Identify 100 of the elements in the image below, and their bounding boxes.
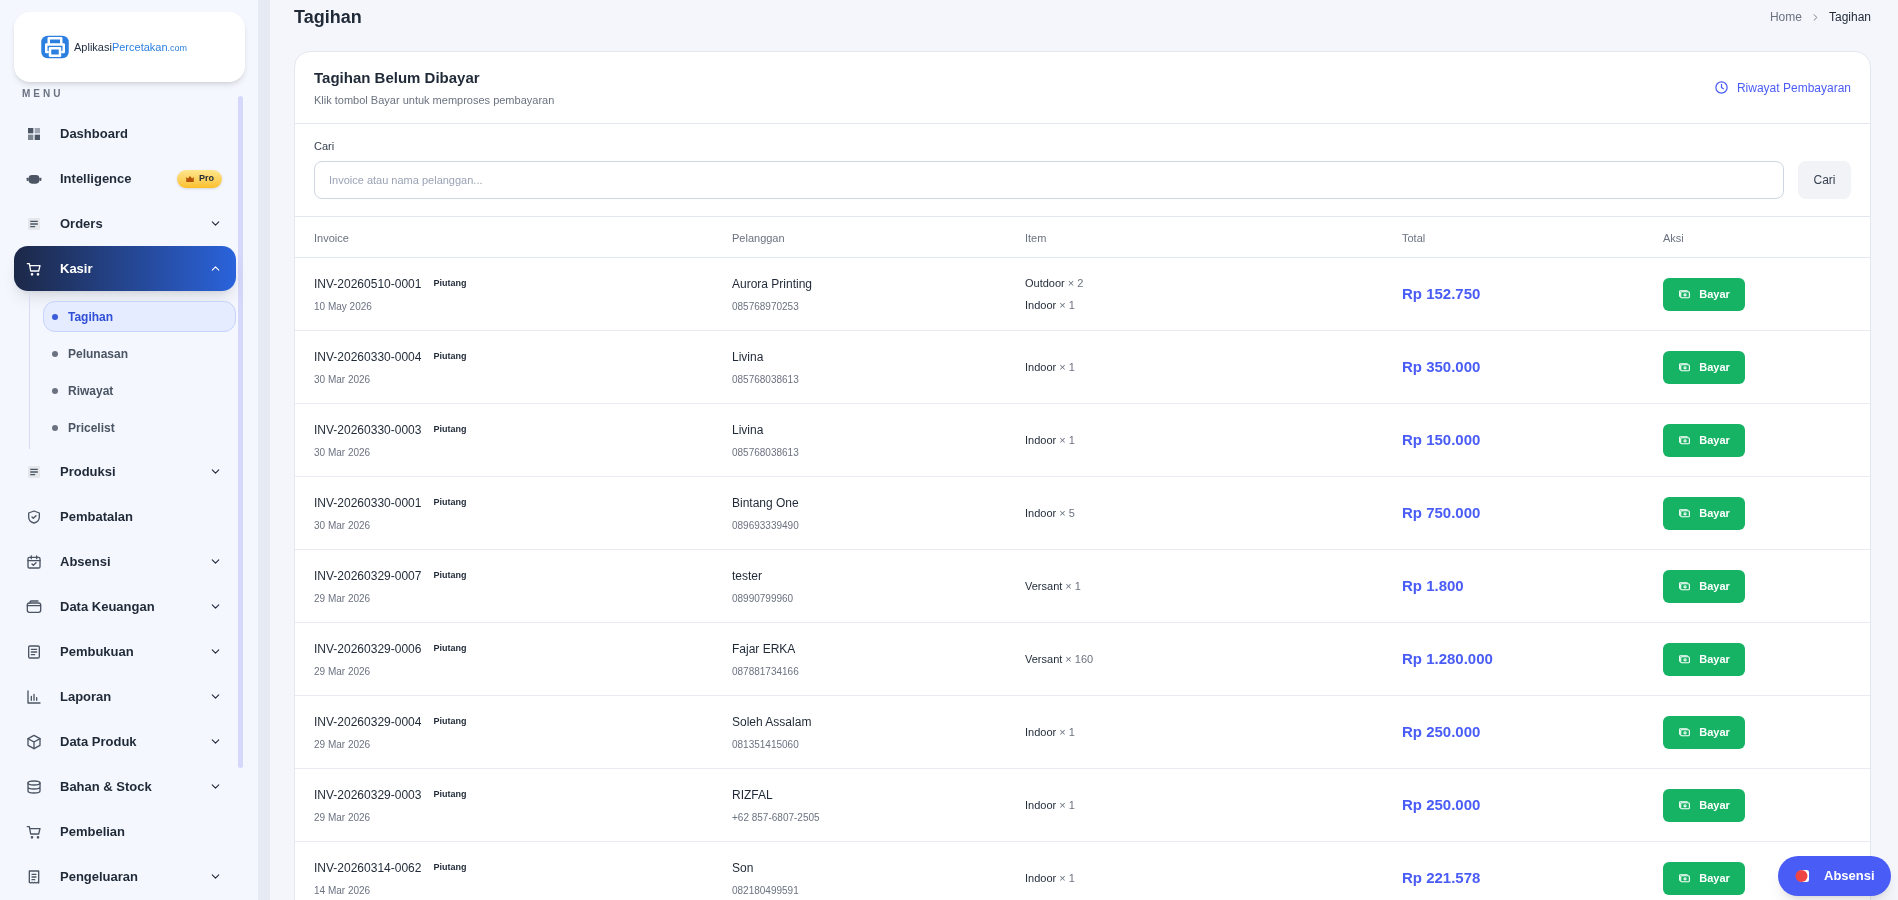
breadcrumb-current: Tagihan — [1828, 9, 1871, 26]
total-amount: Rp 250.000 — [1402, 723, 1481, 740]
sidebar-item[interactable]: Absensi — [14, 539, 236, 584]
cash-icon — [1678, 433, 1692, 447]
customer-name: RIZFAL — [732, 786, 774, 804]
cash-icon — [1678, 871, 1692, 885]
receipt-icon — [26, 868, 42, 885]
scrollbar[interactable] — [238, 96, 243, 768]
customer-phone: 08990799960 — [732, 591, 795, 606]
calendar-check-icon — [26, 553, 42, 570]
column-header: Pelanggan — [732, 232, 785, 244]
sidebar-item[interactable]: Bahan & Stock — [14, 764, 236, 809]
invoice-number: INV-20260329-0007 — [314, 567, 422, 585]
column-header: Item — [1025, 232, 1047, 244]
sidebar-item[interactable]: Pembukuan — [14, 629, 236, 674]
book-icon — [26, 643, 42, 660]
invoice-date: 30 Mar 2026 — [314, 372, 372, 387]
card-subtitle: Klik tombol Bayar untuk memproses pembayaran — [314, 93, 555, 108]
status-label: Piutang — [433, 787, 467, 801]
column-header: Total — [1402, 232, 1426, 244]
shield-check-icon — [26, 508, 42, 525]
total-amount: Rp 750.000 — [1402, 504, 1481, 521]
sidebar-item[interactable]: Intelligence Pro — [14, 156, 236, 201]
dashboard-icon — [26, 125, 42, 142]
customer-name: Bintang One — [732, 494, 800, 512]
status-label: Piutang — [433, 714, 467, 728]
cash-icon — [1678, 798, 1692, 812]
cash-icon — [1678, 579, 1692, 593]
customer-name: Livina — [732, 421, 765, 439]
sidebar-item[interactable]: Data Produk — [14, 719, 236, 764]
box-icon — [26, 733, 42, 750]
status-label: Piutang — [433, 860, 467, 874]
invoice-number: INV-20260314-0062 — [314, 859, 422, 877]
total-amount: Rp 150.000 — [1402, 431, 1481, 448]
submenu-item[interactable]: Tagihan — [43, 301, 236, 332]
status-label: Piutang — [433, 276, 467, 290]
cash-icon — [1678, 287, 1692, 301]
customer-name: Son — [732, 859, 755, 877]
clock-icon — [1713, 80, 1729, 95]
bar-chart-icon — [26, 688, 42, 705]
invoice-date: 30 Mar 2026 — [314, 445, 372, 460]
cart-icon — [26, 823, 42, 840]
search-button[interactable]: Cari — [1798, 160, 1851, 199]
order-item: Indoor × 1 — [1025, 870, 1076, 886]
list-icon — [26, 463, 42, 480]
pro-badge: Pro — [177, 169, 222, 188]
invoice-date: 30 Mar 2026 — [314, 518, 372, 533]
cash-icon — [1678, 652, 1692, 666]
invoice-date: 29 Mar 2026 — [314, 810, 372, 825]
invoice-number: INV-20260329-0003 — [314, 786, 422, 804]
breadcrumb-link[interactable]: Home — [1769, 8, 1802, 26]
customer-phone: 085768038613 — [732, 445, 800, 460]
invoice-number: INV-20260330-0003 — [314, 421, 422, 439]
logo-text: AplikasiPercetakan.com — [74, 39, 188, 55]
status-label: Piutang — [433, 422, 467, 436]
sidebar-item[interactable]: Kasir — [14, 246, 236, 291]
history-link[interactable]: Riwayat Pembayaran — [1713, 78, 1851, 97]
order-item: Indoor × 1 — [1025, 432, 1076, 448]
cash-icon — [1678, 360, 1692, 374]
submenu-item[interactable]: Pricelist — [43, 412, 236, 443]
attendance-floating-button[interactable]: Absensi — [1778, 856, 1891, 896]
customer-name: Fajar ERKA — [732, 640, 797, 658]
order-item: Indoor × 5 — [1025, 505, 1076, 521]
sidebar-item[interactable]: Orders — [14, 201, 236, 246]
customer-phone: 082180499591 — [732, 883, 800, 898]
status-label: Piutang — [433, 349, 467, 363]
customer-name: Livina — [732, 348, 765, 366]
order-item: Indoor × 1 — [1025, 359, 1076, 375]
order-item: Versant × 1 — [1025, 578, 1082, 594]
customer-name: Aurora Printing — [732, 275, 814, 293]
total-amount: Rp 250.000 — [1402, 796, 1481, 813]
search-label: Cari — [314, 139, 336, 154]
database-icon — [26, 778, 42, 795]
status-label: Piutang — [433, 641, 467, 655]
status-label: Piutang — [433, 568, 467, 582]
invoice-date: 14 Mar 2026 — [314, 883, 372, 898]
column-header: Aksi — [1663, 232, 1684, 244]
submenu-item[interactable]: Riwayat — [43, 375, 236, 406]
sidebar-item[interactable]: Dashboard — [14, 111, 236, 156]
sidebar-item[interactable]: Data Keuangan — [14, 584, 236, 629]
invoice-date: 10 May 2026 — [314, 299, 373, 314]
submenu-item[interactable]: Pelunasan — [43, 338, 236, 369]
customer-name: Soleh Assalam — [732, 713, 813, 731]
attendance-icon — [1794, 867, 1812, 885]
customer-phone: +62 857-6807-2505 — [732, 810, 821, 825]
search-field[interactable]: Invoice atau nama pelanggan... — [314, 160, 1784, 199]
wallet-icon — [26, 598, 42, 615]
sidebar-item[interactable]: Pembatalan — [14, 494, 236, 539]
sidebar-item[interactable]: Pengeluaran — [14, 854, 236, 899]
sidebar-item[interactable]: Laporan — [14, 674, 236, 719]
order-item: Indoor × 1 — [1025, 298, 1076, 313]
sidebar-item[interactable]: Pembelian — [14, 809, 236, 854]
customer-phone: 085768038613 — [732, 372, 800, 387]
customer-name: tester — [732, 567, 763, 585]
order-item: Indoor × 1 — [1025, 724, 1076, 740]
invoice-date: 29 Mar 2026 — [314, 591, 372, 606]
invoice-date: 29 Mar 2026 — [314, 737, 372, 752]
card-title: Tagihan Belum Dibayar — [314, 67, 481, 88]
sidebar-item[interactable]: Produksi — [14, 449, 236, 494]
invoice-number: INV-20260330-0004 — [314, 348, 422, 366]
